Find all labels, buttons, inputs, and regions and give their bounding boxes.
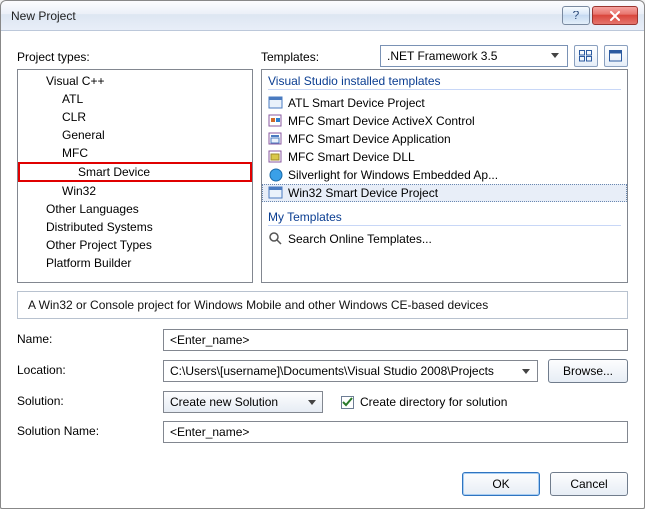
titlebar[interactable]: New Project ? <box>1 1 644 31</box>
location-combo[interactable]: C:\Users\[username]\Documents\Visual Stu… <box>163 360 538 382</box>
template-label: MFC Smart Device ActiveX Control <box>288 113 475 129</box>
tree-node[interactable]: Other Project Types <box>18 236 252 254</box>
solution-label: Solution: <box>17 394 153 408</box>
search-icon <box>268 231 284 247</box>
create-directory-checkbox[interactable]: Create directory for solution <box>341 395 507 409</box>
templates-list[interactable]: Visual Studio installed templates ATL Sm… <box>261 69 628 283</box>
solution-name-value: <Enter_name> <box>170 425 249 439</box>
project-icon <box>268 113 284 129</box>
close-button[interactable] <box>592 6 638 25</box>
chevron-down-icon <box>518 363 535 380</box>
chevron-down-icon <box>547 48 563 64</box>
ok-button[interactable]: OK <box>462 472 540 496</box>
template-label: ATL Smart Device Project <box>288 95 425 111</box>
project-icon <box>268 185 284 201</box>
tree-node[interactable]: General <box>18 126 252 144</box>
installed-templates-header: Visual Studio installed templates <box>262 72 627 88</box>
project-icon <box>268 131 284 147</box>
name-input[interactable]: <Enter_name> <box>163 329 628 351</box>
framework-selected: .NET Framework 3.5 <box>387 49 547 63</box>
svg-text:?: ? <box>573 11 580 21</box>
template-item[interactable]: Silverlight for Windows Embedded Ap... <box>262 166 627 184</box>
tree-node[interactable]: CLR <box>18 108 252 126</box>
templates-label: Templates: <box>261 50 319 64</box>
window-title: New Project <box>11 9 560 23</box>
tree-node[interactable]: Platform Builder <box>18 254 252 272</box>
location-value: C:\Users\[username]\Documents\Visual Stu… <box>170 364 494 378</box>
template-label: Win32 Smart Device Project <box>288 185 438 201</box>
tree-node[interactable]: Other Languages <box>18 200 252 218</box>
solution-combo[interactable]: Create new Solution <box>163 391 323 413</box>
tree-node[interactable]: ATL <box>18 90 252 108</box>
create-directory-label: Create directory for solution <box>360 395 507 409</box>
description-panel: A Win32 or Console project for Windows M… <box>17 291 628 319</box>
template-label: MFC Smart Device DLL <box>288 149 415 165</box>
help-button[interactable]: ? <box>562 6 590 25</box>
project-types-tree[interactable]: Visual C++ ATL CLR General MFC Smart Dev… <box>17 69 253 283</box>
template-label: MFC Smart Device Application <box>288 131 451 147</box>
cancel-button[interactable]: Cancel <box>550 472 628 496</box>
framework-combo[interactable]: .NET Framework 3.5 <box>380 45 568 67</box>
location-label: Location: <box>17 363 153 377</box>
project-icon <box>268 95 284 111</box>
tree-node[interactable]: Distributed Systems <box>18 218 252 236</box>
name-value: <Enter_name> <box>170 333 249 347</box>
project-icon <box>268 149 284 165</box>
template-item-selected[interactable]: Win32 Smart Device Project <box>262 184 627 202</box>
chevron-down-icon <box>303 394 320 411</box>
tree-node[interactable]: MFC <box>18 144 252 162</box>
my-templates-header: My Templates <box>262 208 627 224</box>
tree-node-smart-device[interactable]: Smart Device <box>18 162 252 182</box>
template-item[interactable]: Search Online Templates... <box>262 230 627 248</box>
template-label: Silverlight for Windows Embedded Ap... <box>288 167 498 183</box>
solution-value: Create new Solution <box>170 395 278 409</box>
checkbox-icon <box>341 396 354 409</box>
divider <box>268 89 621 90</box>
template-item[interactable]: MFC Smart Device Application <box>262 130 627 148</box>
template-item[interactable]: MFC Smart Device DLL <box>262 148 627 166</box>
template-item[interactable]: MFC Smart Device ActiveX Control <box>262 112 627 130</box>
tree-node-visual-cpp[interactable]: Visual C++ <box>18 72 252 90</box>
project-icon <box>268 167 284 183</box>
template-label: Search Online Templates... <box>288 231 432 247</box>
project-types-label: Project types: <box>17 50 90 64</box>
view-large-icons-button[interactable] <box>604 45 628 67</box>
solution-name-input[interactable]: <Enter_name> <box>163 421 628 443</box>
template-item[interactable]: ATL Smart Device Project <box>262 94 627 112</box>
name-label: Name: <box>17 332 153 346</box>
browse-button[interactable]: Browse... <box>548 359 628 383</box>
new-project-dialog: New Project ? Project types: Templates: … <box>0 0 645 509</box>
divider <box>268 225 621 226</box>
description-text: A Win32 or Console project for Windows M… <box>28 298 488 312</box>
solution-name-label: Solution Name: <box>17 424 153 438</box>
view-small-icons-button[interactable] <box>574 45 598 67</box>
tree-node[interactable]: Win32 <box>18 182 252 200</box>
